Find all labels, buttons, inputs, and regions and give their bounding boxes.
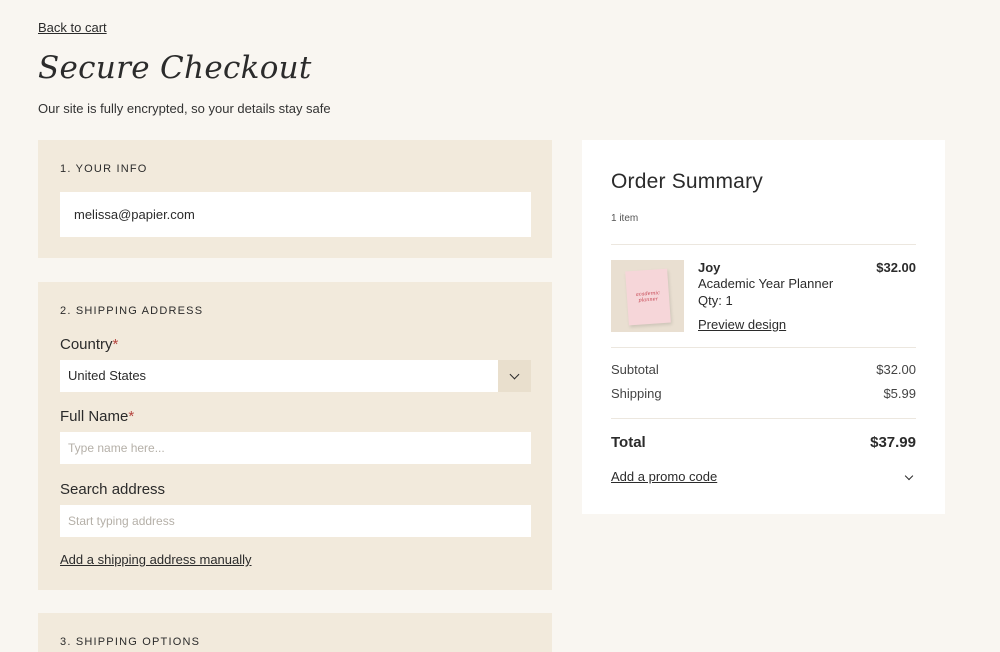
search-address-label: Search address xyxy=(60,481,166,498)
email-field[interactable] xyxy=(60,192,531,237)
shipping-options-heading: 3. SHIPPING OPTIONS xyxy=(60,636,201,648)
search-address-input[interactable] xyxy=(60,505,531,537)
chevron-down-icon xyxy=(904,471,914,480)
shipping-address-heading: 2. SHIPPING ADDRESS xyxy=(60,305,204,317)
required-marker: * xyxy=(128,408,135,425)
your-info-heading: 1. YOUR INFO xyxy=(60,163,148,175)
your-info-section: 1. YOUR INFO xyxy=(38,140,552,258)
shipping-value: $5.99 xyxy=(883,386,916,401)
total-label: Total xyxy=(611,434,646,451)
order-summary: Order Summary 1 item academic planner Jo… xyxy=(582,140,945,514)
add-address-manually-link[interactable]: Add a shipping address manually xyxy=(60,552,252,567)
back-to-cart-link[interactable]: Back to cart xyxy=(38,20,107,35)
shipping-options-section: 3. SHIPPING OPTIONS xyxy=(38,613,552,652)
product-thumbnail: academic planner xyxy=(611,260,684,332)
page-subtitle: Our site is fully encrypted, so your det… xyxy=(38,101,331,116)
page-title: Secure Checkout xyxy=(38,50,312,86)
shipping-label: Shipping xyxy=(611,386,662,401)
item-count: 1 item xyxy=(611,213,639,224)
item-quantity: Qty: 1 xyxy=(698,293,733,308)
country-dropdown-toggle[interactable] xyxy=(498,360,531,392)
item-price: $32.00 xyxy=(876,260,916,275)
full-name-label: Full Name* xyxy=(60,408,134,425)
required-marker: * xyxy=(112,336,119,353)
preview-design-link[interactable]: Preview design xyxy=(698,317,786,332)
divider xyxy=(611,244,916,245)
subtotal-label: Subtotal xyxy=(611,362,659,377)
order-summary-title: Order Summary xyxy=(611,170,763,193)
full-name-label-text: Full Name xyxy=(60,408,129,425)
chevron-down-icon xyxy=(509,369,520,380)
country-select-value: United States xyxy=(68,368,147,383)
country-label-text: Country xyxy=(60,336,113,353)
country-select[interactable]: United States xyxy=(60,360,531,392)
planner-cover-text: academic planner xyxy=(635,290,661,304)
promo-code-link[interactable]: Add a promo code xyxy=(611,469,717,484)
divider xyxy=(611,347,916,348)
total-value: $37.99 xyxy=(870,434,916,451)
item-name: Joy xyxy=(698,260,721,275)
item-product: Academic Year Planner xyxy=(698,276,834,291)
divider xyxy=(611,418,916,419)
promo-expand-toggle[interactable] xyxy=(902,470,916,484)
shipping-address-section: 2. SHIPPING ADDRESS Country* United Stat… xyxy=(38,282,552,590)
full-name-input[interactable] xyxy=(60,432,531,464)
planner-cover-image: academic planner xyxy=(625,268,671,326)
country-label: Country* xyxy=(60,336,118,353)
subtotal-value: $32.00 xyxy=(876,362,916,377)
